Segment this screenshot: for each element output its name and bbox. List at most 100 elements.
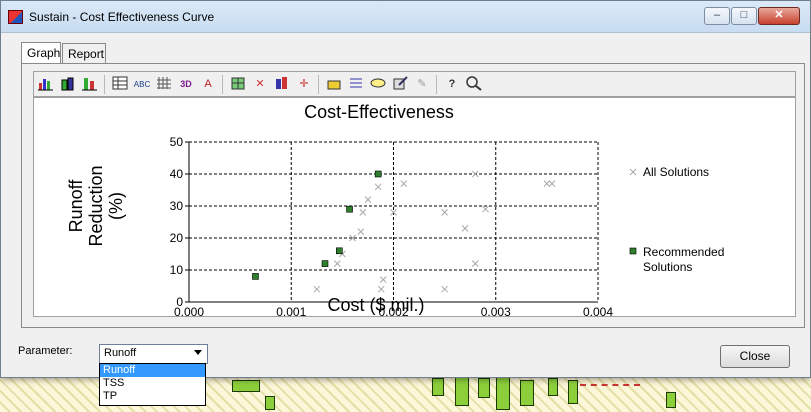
parameter-select[interactable]: Runoff	[99, 344, 208, 364]
all-solutions-point	[364, 196, 372, 203]
chevron-down-icon[interactable]	[194, 350, 202, 355]
map-feature	[232, 380, 260, 392]
legend-list-icon[interactable]	[346, 75, 366, 94]
y-tick-label: 0	[176, 295, 183, 309]
x-axis-title: Cost ($ mil.)	[327, 295, 424, 315]
legend-recommended-line-2: Solutions	[643, 260, 692, 274]
map-feature	[666, 392, 676, 408]
data-points	[252, 170, 556, 293]
map-feature	[496, 376, 510, 410]
all-solutions-point	[374, 183, 382, 191]
3d-bar-icon[interactable]	[58, 75, 78, 94]
legend-all-solutions: All Solutions	[643, 165, 709, 179]
chart-title: Cost-Effectiveness	[304, 102, 454, 122]
close-window-button[interactable]: ✕	[758, 7, 800, 25]
3d-view-icon[interactable]: 3D	[176, 75, 196, 94]
map-feature	[265, 396, 275, 410]
all-solutions-point	[482, 205, 489, 213]
all-solutions-point	[357, 228, 365, 235]
chart-toolbar: ABC 3D A ✕ ✛ ✎ ?	[33, 71, 796, 97]
scatter-icon[interactable]: ✕	[250, 75, 270, 94]
y-axis-title-line-2: Reduction	[86, 165, 106, 246]
bar-chart-icon[interactable]	[36, 75, 56, 94]
map-feature	[455, 376, 469, 406]
parameter-option-tss[interactable]: TSS	[100, 377, 205, 390]
all-solutions-point	[400, 180, 408, 187]
y-tick-label: 30	[170, 199, 184, 213]
all-solutions-point	[313, 285, 321, 293]
all-solutions-point	[359, 209, 367, 216]
close-button[interactable]: Close	[720, 345, 790, 368]
title-bar[interactable]: Sustain - Cost Effectiveness Curve – □ ✕	[1, 1, 810, 33]
x-tick-label: 0.001	[276, 305, 306, 316]
window-title: Sustain - Cost Effectiveness Curve	[29, 10, 215, 24]
y-axis-title: Runoff Reduction (%)	[66, 165, 126, 246]
cost-effectiveness-chart: Cost-Effectiveness Runoff Reduction (%) …	[66, 102, 724, 319]
axis-icon[interactable]: ✛	[294, 75, 314, 94]
toolbar-separator	[318, 75, 319, 94]
all-solutions-point	[333, 260, 341, 267]
stacked-bar-icon[interactable]	[80, 75, 100, 94]
highlight-icon[interactable]	[324, 75, 344, 94]
edit-icon[interactable]	[390, 75, 410, 94]
table-icon[interactable]	[110, 75, 130, 94]
toolbar-separator	[222, 75, 223, 94]
all-solutions-point	[471, 170, 479, 178]
parameter-option-tp[interactable]: TP	[100, 390, 205, 403]
y-axis-title-line-3: (%)	[106, 192, 126, 220]
x-tick-label: 0.003	[481, 305, 511, 316]
all-solutions-point	[379, 276, 387, 283]
map-line	[580, 384, 640, 386]
color-scheme-icon[interactable]	[272, 75, 292, 94]
tab-graph[interactable]: Graph	[21, 42, 61, 64]
recommended-solution-point	[321, 260, 329, 267]
all-solutions-point	[548, 180, 556, 187]
parameter-option-runoff[interactable]: Runoff	[100, 364, 205, 377]
legend-recommended-line-1: Recommended	[643, 245, 724, 259]
maximize-button[interactable]: □	[731, 7, 757, 25]
map-feature	[478, 378, 490, 398]
all-solutions-point	[441, 209, 448, 216]
recommended-solution-point	[252, 273, 259, 280]
minimize-button[interactable]: –	[704, 7, 730, 25]
all-solutions-point	[461, 225, 469, 232]
recommended-solution-point	[346, 205, 353, 213]
graph-panel: ABC 3D A ✕ ✛ ✎ ? Cost-Effectiveness Runo…	[21, 63, 805, 328]
parameter-selected-value: Runoff	[104, 347, 137, 359]
all-solutions-point	[543, 180, 551, 187]
map-feature	[520, 380, 534, 406]
dialog-window: Sustain - Cost Effectiveness Curve – □ ✕…	[0, 0, 811, 378]
grid-lines-icon[interactable]	[154, 75, 174, 94]
map-feature	[432, 378, 444, 396]
parameter-label: Parameter:	[18, 345, 73, 357]
help-icon[interactable]: ?	[442, 75, 462, 94]
app-icon	[8, 10, 23, 24]
recommended-solution-point	[374, 170, 382, 178]
y-tick-label: 20	[170, 231, 184, 245]
pen-icon[interactable]: ✎	[412, 75, 432, 94]
tab-report[interactable]: Report	[62, 43, 106, 63]
pattern-icon[interactable]	[228, 75, 248, 94]
y-tick-label: 40	[170, 167, 184, 181]
parameter-dropdown-list: Runoff TSS TP	[99, 363, 206, 406]
toolbar-separator	[436, 75, 437, 94]
legend-marker-recommended	[629, 247, 637, 255]
legend: All Solutions Recommended Solutions	[629, 165, 724, 274]
legend-marker-all	[629, 168, 637, 176]
all-solutions-point	[441, 285, 448, 293]
zoom-icon[interactable]	[464, 75, 484, 94]
abc-text-icon[interactable]: ABC	[132, 75, 152, 94]
chart-grid	[185, 141, 599, 303]
font-style-icon[interactable]: A	[198, 75, 218, 94]
chart-area: Cost-Effectiveness Runoff Reduction (%) …	[33, 97, 796, 319]
recommended-solution-point	[336, 247, 343, 255]
x-tick-label: 0.004	[583, 305, 613, 316]
y-axis-title-line-1: Runoff	[66, 179, 86, 233]
all-solutions-point	[377, 285, 385, 293]
y-tick-label: 50	[170, 135, 184, 149]
axis-ticks: 0.000 0.001 0.002 0.003 0.00401020304050	[170, 135, 614, 319]
map-feature	[568, 380, 578, 404]
label-icon[interactable]	[368, 75, 388, 94]
all-solutions-point	[471, 260, 479, 267]
toolbar-separator	[104, 75, 105, 94]
